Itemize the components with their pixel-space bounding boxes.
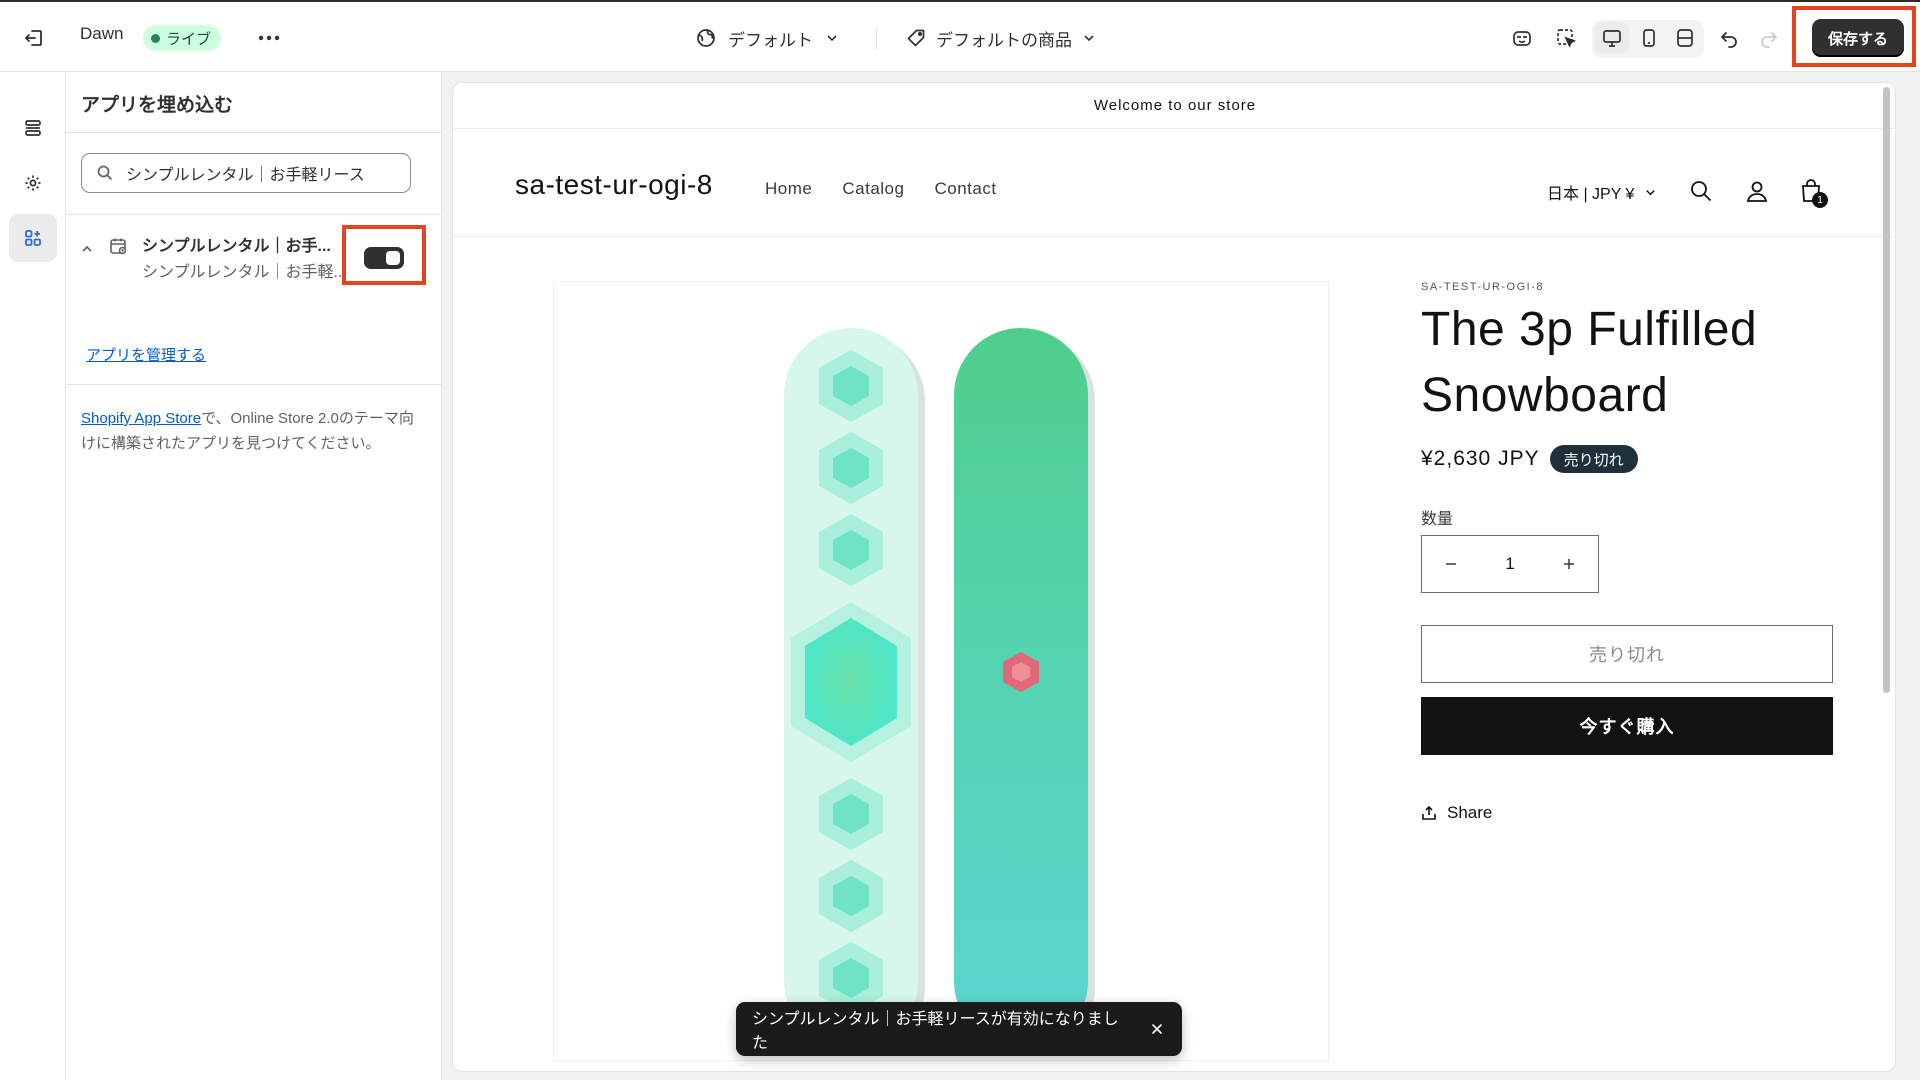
store-header: sa-test-ur-ogi-8 Home Catalog Contact 日本… (453, 129, 1895, 237)
quantity-stepper: 1 (1421, 535, 1599, 593)
mobile-view-button[interactable] (1632, 22, 1666, 54)
app-search-input[interactable]: シンプルレンタル｜お手軽リース (81, 153, 411, 193)
ellipsis-icon (258, 35, 280, 41)
quantity-label: 数量 (1421, 511, 1454, 528)
panel-divider (66, 384, 442, 385)
rail-sections-button[interactable] (9, 104, 57, 152)
locale-label: 日本 | JPY ¥ (1547, 186, 1635, 203)
panel-title: アプリを埋め込む (81, 95, 234, 116)
nav-item-contact[interactable]: Contact (934, 179, 996, 199)
app-embeds-panel: アプリを埋め込む シンプルレンタル｜お手軽リース シンプルレンタル｜お手... … (66, 72, 442, 1080)
globe-icon (697, 29, 715, 47)
app-search-value: シンプルレンタル｜お手軽リース (126, 167, 365, 184)
gear-icon (25, 175, 41, 191)
product-selector-label: デフォルトの商品 (936, 30, 1072, 50)
sections-icon (25, 120, 41, 136)
app-embed-name: シンプルレンタル｜お手... (142, 238, 331, 255)
nav-item-catalog[interactable]: Catalog (842, 179, 904, 199)
exit-button[interactable] (18, 22, 50, 54)
search-icon (1691, 181, 1712, 202)
editor-topbar: Dawn ライブ デフォルト デフォルトの商品 保存する (0, 0, 1920, 72)
sidekick-button[interactable] (1505, 22, 1539, 54)
undo-icon (1721, 32, 1737, 48)
store-search-button[interactable] (1683, 173, 1719, 209)
toggle-knob (386, 251, 400, 265)
inspector-icon (1557, 29, 1577, 48)
app-embed-subtitle: シンプルレンタル｜お手軽... (142, 264, 347, 281)
undo-button[interactable] (1712, 22, 1746, 54)
save-button[interactable]: 保存する (1812, 19, 1904, 57)
toast-notification: シンプルレンタル｜お手軽リースが有効になりました (736, 1002, 1182, 1056)
snowboard-image (784, 328, 1095, 1054)
panel-divider (66, 132, 442, 133)
search-icon (97, 165, 113, 181)
share-label: Share (1447, 803, 1493, 822)
main-nav: Home Catalog Contact (765, 179, 997, 199)
cart-button[interactable]: 1 (1793, 173, 1829, 209)
live-dot-icon (151, 33, 160, 43)
product-price: ¥2,630 JPY (1421, 447, 1540, 470)
rail-app-embeds-button[interactable] (9, 214, 57, 262)
quantity-value[interactable]: 1 (1505, 554, 1514, 574)
quantity-increase-button[interactable] (1556, 551, 1582, 577)
chevron-up-icon (82, 245, 92, 252)
cart-count-badge: 1 (1812, 192, 1828, 208)
app-store-link[interactable]: Shopify App Store (81, 410, 201, 427)
nav-item-home[interactable]: Home (765, 179, 812, 199)
rail-settings-button[interactable] (9, 159, 57, 207)
plus-icon (1564, 559, 1574, 569)
mobile-icon (1643, 29, 1655, 47)
live-badge: ライブ (143, 25, 222, 51)
storefront-preview: Welcome to our store sa-test-ur-ogi-8 Ho… (452, 82, 1896, 1072)
chevron-down-icon (1646, 189, 1656, 195)
toast-close-button[interactable] (1148, 1020, 1166, 1038)
chevron-down-icon (1084, 35, 1094, 42)
exit-icon (25, 30, 42, 46)
template-selector-label: デフォルト (728, 30, 813, 50)
sold-out-badge: 売り切れ (1549, 445, 1638, 473)
sidekick-icon (1513, 31, 1531, 46)
apps-icon (25, 230, 41, 246)
app-embed-toggle[interactable] (364, 247, 404, 269)
announcement-bar: Welcome to our store (453, 83, 1895, 129)
manage-apps-link[interactable]: アプリを管理する (86, 344, 206, 365)
template-selector[interactable]: デフォルト (696, 24, 839, 52)
panel-divider (66, 214, 442, 215)
live-badge-label: ライブ (166, 30, 212, 48)
share-button[interactable]: Share (1421, 803, 1492, 823)
calendar-icon (110, 238, 127, 255)
minus-icon (1446, 563, 1456, 565)
account-button[interactable] (1739, 173, 1775, 209)
editor-rail (0, 72, 66, 1080)
fullscreen-view-button[interactable] (1668, 22, 1702, 54)
buy-now-button[interactable]: 今すぐ購入 (1421, 697, 1833, 755)
product-vendor: SA-TEST-UR-OGI-8 (1421, 281, 1545, 293)
redo-icon (1761, 32, 1777, 48)
product-selector[interactable]: デフォルトの商品 (906, 24, 1096, 52)
product-title: The 3p Fulfilled Snowboard (1421, 303, 1758, 422)
user-icon (1746, 181, 1768, 202)
desktop-view-button[interactable] (1595, 22, 1629, 54)
locale-selector[interactable]: 日本 | JPY ¥ (1547, 180, 1657, 204)
redo-button[interactable] (1752, 22, 1786, 54)
chevron-down-icon (827, 35, 837, 42)
close-icon (1152, 1024, 1162, 1034)
product-media[interactable] (553, 281, 1329, 1061)
price-row: ¥2,630 JPY 売り切れ (1421, 445, 1638, 473)
tag-icon (907, 29, 925, 47)
toolbar-divider (876, 28, 877, 50)
inspector-button[interactable] (1549, 22, 1583, 54)
store-logo[interactable]: sa-test-ur-ogi-8 (515, 169, 713, 201)
quantity-decrease-button[interactable] (1438, 551, 1464, 577)
sold-out-button[interactable]: 売り切れ (1421, 625, 1833, 683)
app-store-help-text: Shopify App Storeで、Online Store 2.0のテーマ向… (81, 406, 421, 456)
desktop-icon (1603, 30, 1621, 47)
more-actions-button[interactable] (254, 24, 284, 52)
share-icon (1422, 805, 1436, 820)
scrollbar-thumb[interactable] (1883, 87, 1890, 693)
theme-name: Dawn (80, 24, 124, 43)
toast-message: シンプルレンタル｜お手軽リースが有効になりました (752, 1011, 1119, 1052)
fullscreen-icon (1677, 29, 1693, 47)
preview-scrollbar[interactable] (1879, 83, 1893, 1071)
